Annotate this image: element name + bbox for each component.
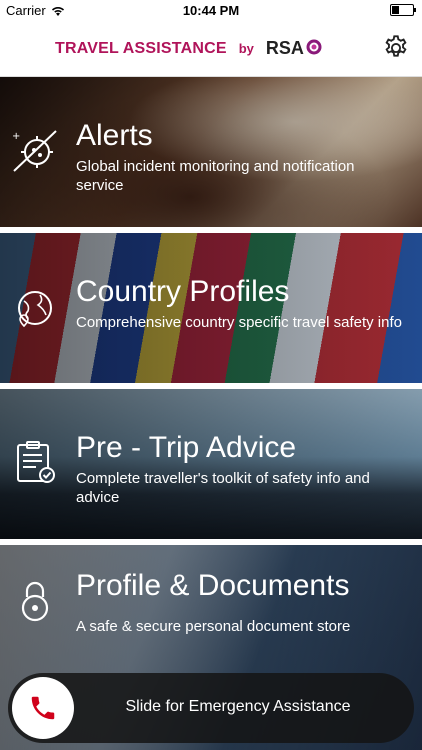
gear-icon[interactable] <box>382 34 410 62</box>
pre-trip-advice-subtitle: Complete traveller's toolkit of safety i… <box>76 470 370 506</box>
phone-icon <box>31 696 55 720</box>
emergency-slider-handle[interactable] <box>12 677 74 739</box>
clipboard-check-icon <box>17 441 55 483</box>
alerts-title: Alerts <box>76 119 153 152</box>
app-title: TRAVEL ASSISTANCE <box>55 39 227 57</box>
country-profiles-subtitle: Comprehensive country specific travel sa… <box>76 314 402 331</box>
battery-icon <box>390 4 416 16</box>
tile-alerts[interactable]: + Alerts Global incident monitoring and … <box>0 77 422 227</box>
emergency-slider-label: Slide for Emergency Assistance <box>125 698 351 715</box>
tile-country-profiles[interactable]: Country Profiles Comprehensive country s… <box>0 233 422 383</box>
padlock-icon <box>21 581 49 622</box>
battery-indicator <box>390 4 416 16</box>
profile-documents-title: Profile & Documents <box>76 569 350 602</box>
rsa-logo-text: RSA <box>265 38 304 58</box>
rsa-logo: RSA <box>266 38 324 59</box>
alerts-subtitle: Global incident monitoring and notificat… <box>76 158 355 194</box>
battery-nub <box>414 8 416 12</box>
header-title-group: TRAVEL ASSISTANCE by RSA <box>55 38 324 59</box>
profile-documents-subtitle: A safe & secure personal document store <box>76 618 351 635</box>
app-header: TRAVEL ASSISTANCE by RSA <box>0 22 422 77</box>
virus-alert-icon: + <box>12 130 57 172</box>
by-label: by <box>238 41 254 56</box>
tile-pre-trip-advice[interactable]: Pre - Trip Advice Complete traveller's t… <box>0 389 422 539</box>
emergency-slider[interactable]: Slide for Emergency Assistance <box>8 673 414 743</box>
clock: 10:44 PM <box>182 3 240 18</box>
status-bar: Carrier 10:44 PM <box>0 0 422 22</box>
alerts-overlay <box>0 77 422 227</box>
rsa-swirl-icon <box>306 39 322 54</box>
country-profiles-title: Country Profiles <box>76 275 290 308</box>
battery-fill <box>392 6 399 14</box>
svg-text:+: + <box>12 131 20 142</box>
globe-pin-icon <box>18 291 52 328</box>
pre-trip-advice-title: Pre - Trip Advice <box>76 431 297 464</box>
